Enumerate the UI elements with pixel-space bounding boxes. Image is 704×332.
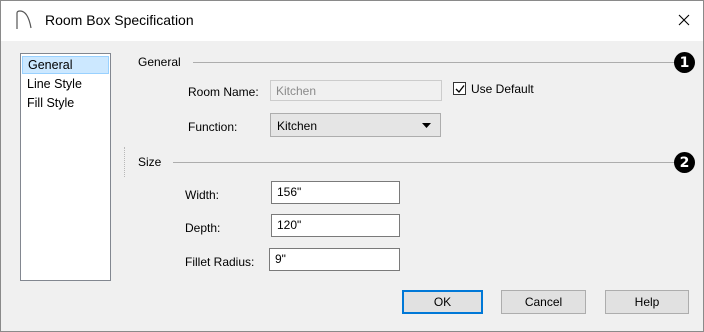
nav-item-fill-style[interactable]: Fill Style [22,94,109,112]
callout-marker-1: 1 [674,52,695,73]
general-group-title: General [138,55,181,69]
room-box-specification-dialog: Room Box Specification General Line Styl… [0,0,704,332]
title-bar[interactable]: Room Box Specification [1,1,703,41]
nav-item-line-style[interactable]: Line Style [22,75,109,93]
fillet-radius-label: Fillet Radius: [185,255,255,269]
room-arc-icon [15,10,33,33]
ok-button[interactable]: OK [402,290,483,314]
depth-field[interactable]: 120" [271,214,400,237]
checkmark-icon [455,85,465,93]
width-label: Width: [185,188,220,202]
function-label: Function: [188,120,238,134]
width-field[interactable]: 156" [271,181,400,204]
close-icon [678,14,690,26]
cancel-button[interactable]: Cancel [501,290,586,314]
fillet-radius-field[interactable]: 9" [269,248,400,271]
help-button[interactable]: Help [605,290,689,314]
room-name-field[interactable]: Kitchen [270,80,442,101]
dotted-separator [124,147,125,177]
function-selected-value: Kitchen [277,119,318,133]
close-button[interactable] [671,7,697,33]
depth-label: Depth: [185,221,221,235]
nav-item-general[interactable]: General [22,56,109,74]
size-group-divider [173,162,675,163]
room-name-label: Room Name: [188,85,259,99]
dropdown-arrow-icon [422,123,431,128]
use-default-checkbox[interactable] [453,82,466,95]
window-title: Room Box Specification [45,12,194,28]
callout-marker-2: 2 [674,152,695,173]
function-select[interactable]: Kitchen [270,113,441,137]
category-list[interactable]: General Line Style Fill Style [20,53,111,281]
size-group-title: Size [138,155,162,169]
general-group-divider [193,62,675,63]
use-default-label[interactable]: Use Default [471,82,534,96]
